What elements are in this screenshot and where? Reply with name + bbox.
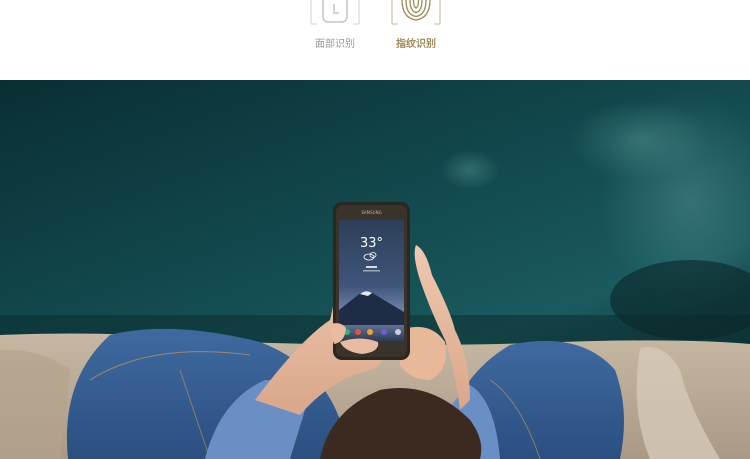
app-browser-icon — [381, 329, 387, 335]
phone-temperature: 33° — [360, 236, 383, 251]
app-messages-icon — [367, 329, 373, 335]
fingerprint-label: 指纹识别 — [396, 39, 436, 50]
phone-brand: SAMSUNG — [361, 210, 381, 215]
face-recognition-label: 面部识别 — [315, 39, 355, 50]
app-camera-icon — [395, 329, 401, 335]
smartphone: SAMSUNG 33° — [333, 202, 410, 360]
feature-selector-bar: 面部识别 指纹识别 — [0, 0, 750, 80]
app-contacts-icon — [355, 329, 361, 335]
face-recognition-option[interactable]: 面部识别 — [295, 0, 375, 50]
hero-photo: SAMSUNG 33° — [0, 80, 750, 459]
fingerprint-icon — [391, 0, 441, 26]
face-recognition-icon — [310, 0, 360, 26]
fingerprint-option[interactable]: 指纹识别 — [376, 0, 456, 50]
